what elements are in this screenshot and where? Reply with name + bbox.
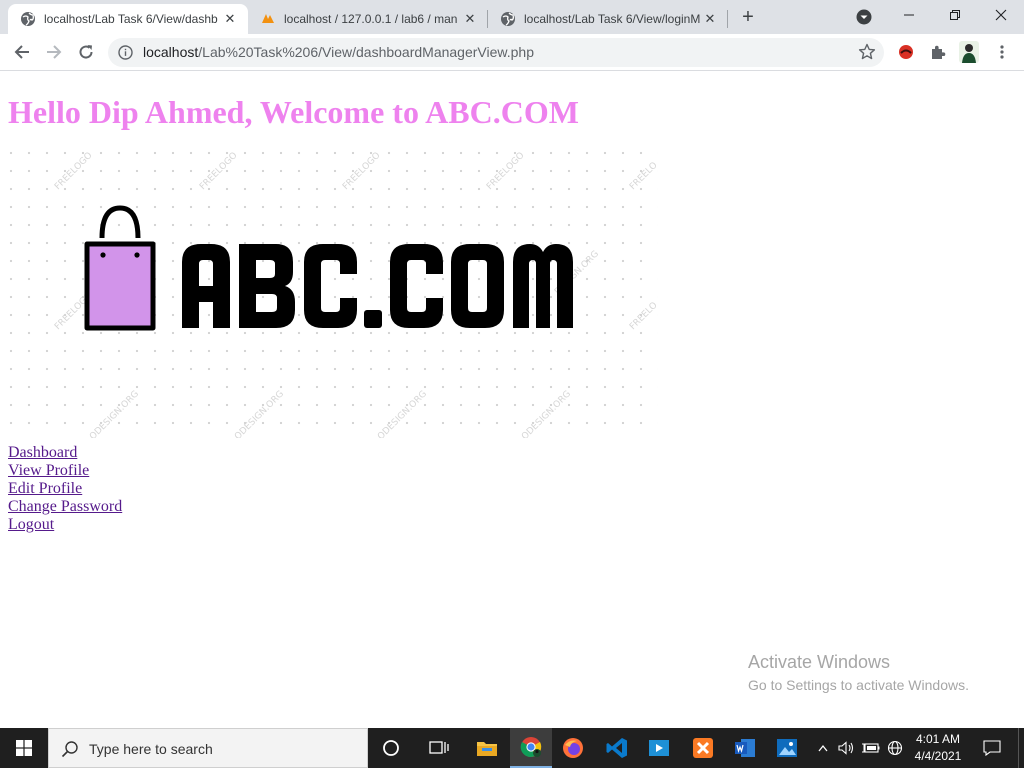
bookmark-star-icon[interactable] [858,43,876,61]
cortana-icon[interactable] [370,728,412,768]
new-tab-icon[interactable]: + [736,6,760,30]
page-title: Hello Dip Ahmed, Welcome to ABC.COM [8,94,579,130]
windows-start-icon[interactable] [0,728,48,768]
tab-close-icon[interactable]: ✕ [702,11,718,27]
task-view-icon[interactable] [418,728,460,768]
show-hidden-icons-icon[interactable] [812,728,834,768]
activate-subtitle: Go to Settings to activate Windows. [748,677,969,693]
extension-red-icon[interactable] [896,42,916,62]
activate-windows-watermark: Activate Windows Go to Settings to activ… [748,652,969,693]
show-desktop-button[interactable] [1018,728,1024,768]
clock-time: 4:01 AM [915,732,961,746]
phpmyadmin-icon [262,14,274,23]
search-placeholder: Type here to search [89,741,213,757]
nav-link-change-password[interactable]: Change Password [8,498,122,516]
page-content: Hello Dip Ahmed, Welcome to ABC.COM FREE… [0,72,1024,728]
abc-logo-image: FREELOGO FREELOGO FREELOGO FREELOGO FREE… [8,150,660,442]
xampp-icon[interactable] [682,728,724,768]
firefox-icon[interactable] [552,728,594,768]
tab-close-icon[interactable]: ✕ [462,11,478,27]
taskbar-search-box[interactable]: Type here to search [48,728,368,768]
media-player-icon[interactable] [638,728,680,768]
volume-icon[interactable] [836,728,856,768]
photos-icon[interactable] [766,728,808,768]
notification-center-icon[interactable] [978,728,1006,768]
chrome-taskbar-icon[interactable] [510,728,552,768]
url-path: /Lab%20Task%206/View/dashboardManagerVie… [198,44,534,60]
browser-toolbar: localhost/Lab%20Task%206/View/dashboardM… [0,34,1024,71]
tab-close-icon[interactable]: ✕ [222,11,238,27]
word-icon[interactable] [724,728,766,768]
globe-icon [21,12,35,26]
restore-icon[interactable] [932,0,978,30]
globe-icon [501,12,515,26]
activate-title: Activate Windows [748,652,891,672]
nav-link-edit-profile[interactable]: Edit Profile [8,480,122,498]
windows-taskbar: Type here to search 4:01 AM 4/4/2021 [0,728,1024,768]
tab-separator [727,10,728,28]
extensions-puzzle-icon[interactable] [928,42,948,62]
tab-title: localhost/Lab Task 6/View/loginM [524,12,701,26]
nav-link-dashboard[interactable]: Dashboard [8,444,122,462]
nav-link-view-profile[interactable]: View Profile [8,462,122,480]
close-window-icon[interactable] [978,0,1024,30]
tab-title: localhost / 127.0.0.1 / lab6 / man [284,12,458,26]
taskbar-clock[interactable]: 4:01 AM 4/4/2021 [908,731,968,765]
forward-icon[interactable] [40,38,68,66]
chrome-menu-icon[interactable] [992,42,1012,62]
tab-login[interactable]: localhost/Lab Task 6/View/loginM ✕ [488,4,728,34]
nav-link-logout[interactable]: Logout [8,516,122,534]
address-bar[interactable]: localhost/Lab%20Task%206/View/dashboardM… [108,38,884,67]
minimize-icon[interactable] [886,0,932,30]
clock-date: 4/4/2021 [914,749,962,763]
battery-icon[interactable] [860,728,882,768]
file-explorer-icon[interactable] [466,728,508,768]
tab-dashboard[interactable]: localhost/Lab Task 6/View/dashb ✕ [8,4,248,34]
tab-title: localhost/Lab Task 6/View/dashb [44,12,218,26]
info-icon[interactable] [118,45,133,60]
back-icon[interactable] [8,38,36,66]
url-host: localhost [143,44,199,60]
reload-icon[interactable] [72,38,100,66]
tab-phpmyadmin[interactable]: localhost / 127.0.0.1 / lab6 / man ✕ [248,4,488,34]
search-icon [61,741,78,758]
main-nav: Dashboard View Profile Edit Profile Chan… [8,444,122,534]
tab-strip: localhost/Lab Task 6/View/dashb ✕ localh… [0,0,1024,34]
vscode-icon[interactable] [596,728,638,768]
network-globe-icon[interactable] [884,728,906,768]
profile-avatar[interactable] [958,40,980,64]
abc-logo: FREELOGO FREELOGO FREELOGO FREELOGO FREE… [8,150,660,442]
tab-search-icon[interactable] [856,9,872,25]
url-text[interactable]: localhost/Lab%20Task%206/View/dashboardM… [143,44,534,60]
